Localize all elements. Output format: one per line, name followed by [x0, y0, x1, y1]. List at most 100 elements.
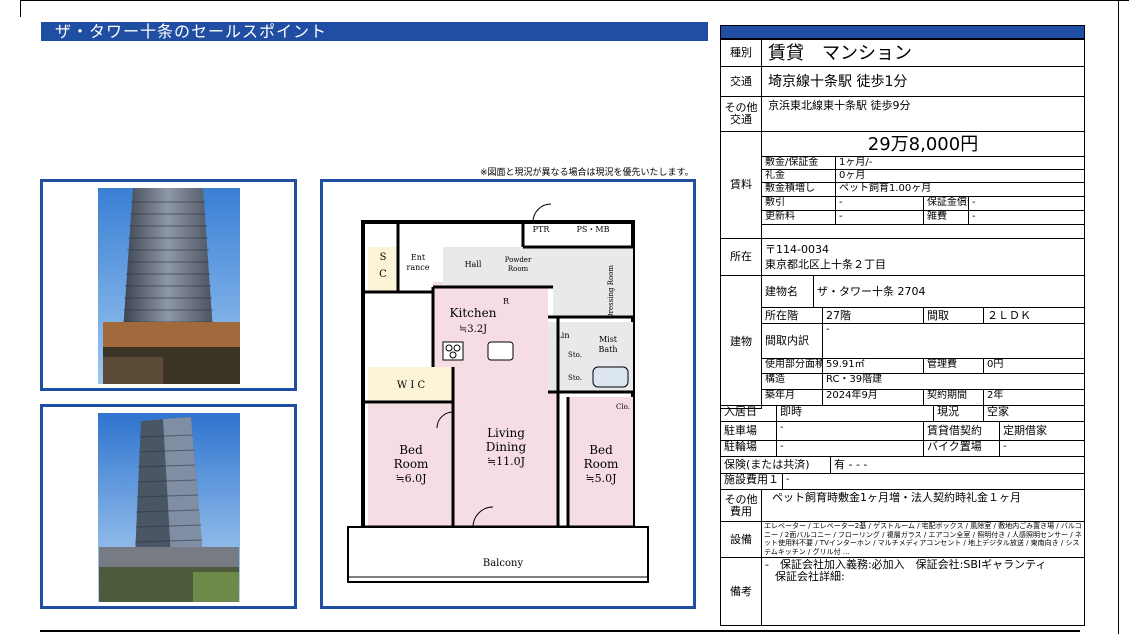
- section-title: ザ・タワー十条のセールスポイント: [41, 22, 708, 41]
- key-money-label: 礼金: [761, 169, 836, 183]
- facility-fee-label: 施設費用１: [720, 473, 783, 490]
- address-label: 所在: [720, 238, 762, 276]
- postal-code: 〒114-0034: [765, 243, 829, 256]
- plan-note: ※図面と現況が異なる場合は現況を優先いたします。: [480, 168, 694, 178]
- bike-label: バイク置場: [923, 440, 1000, 457]
- room-size-bed2: ≒5.0J: [585, 472, 616, 485]
- building-name-value: ザ・タワー十条 2704: [813, 275, 1085, 308]
- area-label: 使用部分面積: [761, 358, 823, 374]
- guarantee-amort-label: 保証金償却: [923, 196, 969, 211]
- building-name-label: 建物名: [761, 275, 814, 308]
- page-frame: [20, 0, 1129, 17]
- building-photo-1: [40, 179, 297, 391]
- room-label-dressing: Dressing Room: [607, 265, 615, 319]
- status-label: 現況: [933, 405, 984, 422]
- room-size-kitchen: ≒3.2J: [459, 324, 487, 335]
- contract-period-label: 契約期間: [923, 389, 984, 406]
- misc-value: -: [968, 210, 1085, 225]
- room-label-mist-bath: Mist: [599, 335, 618, 344]
- room-label-r: R: [503, 297, 510, 306]
- room-label-living: Living: [487, 426, 525, 440]
- equipment-value: エレベーター / エレベーター2基 / ゲストルーム / 宅配ボックス / 風除…: [761, 521, 1085, 558]
- type-label: 種別: [720, 39, 762, 67]
- room-label-sto1: Sto.: [568, 351, 582, 359]
- room-label-sto2: Sto.: [568, 374, 582, 382]
- insurance-label: 保険(または共済): [720, 456, 831, 474]
- svg-text:Room: Room: [394, 457, 429, 471]
- misc-label: 雑費: [923, 210, 969, 225]
- page-bottom-rule: [40, 630, 1080, 632]
- equipment-label: 設備: [720, 521, 762, 558]
- floor-label: 所在階: [761, 307, 823, 324]
- contract-period-value: 2年: [983, 389, 1085, 406]
- building-photo-2: [40, 404, 297, 609]
- room-label-sic: S: [380, 252, 387, 263]
- address-value: 〒114-0034 東京都北区上十条２丁目: [761, 238, 1085, 276]
- floor-plan: S C Ent rance Hall PTR PS・MB Powder Room…: [320, 179, 696, 609]
- hall-area: [443, 247, 563, 287]
- room-label-bed1: Bed: [399, 443, 423, 457]
- key-money-value: 0ヶ月: [835, 169, 1085, 183]
- svg-text:Room: Room: [584, 457, 619, 471]
- svg-text:Room: Room: [508, 265, 529, 273]
- transport-label: 交通: [720, 66, 762, 97]
- building-label: 建物: [720, 275, 762, 409]
- built-label: 築年月: [761, 389, 823, 406]
- bicycle-label: 駐輪場: [720, 440, 777, 457]
- room-label-psmb: PS・MB: [577, 225, 610, 234]
- other-cost-label: その他 費用: [720, 489, 762, 522]
- remarks-line-2: 保証会社詳細:: [775, 570, 845, 583]
- move-in-value: 即時: [776, 405, 934, 422]
- insurance-value: 有 - - -: [830, 456, 1085, 474]
- other-transport-label: その他 交通: [720, 96, 762, 132]
- facility-fee-value: -: [782, 473, 1085, 490]
- layout-value: ２ＬＤＫ: [983, 307, 1085, 324]
- layout-label: 間取: [923, 307, 984, 324]
- room-label-clo: Clo.: [616, 403, 630, 411]
- lease-type-label: 賃貸借契約: [923, 421, 1000, 441]
- other-transport-value: 京浜東北線東十条駅 徒歩9分: [761, 96, 1085, 132]
- status-value: 空家: [983, 405, 1085, 422]
- type-value: 賃貸 マンション: [761, 39, 1085, 67]
- remarks-label: 備考: [720, 557, 762, 626]
- built-value: 2024年9月: [822, 389, 924, 406]
- deposit-value: 1ヶ月/-: [835, 156, 1085, 170]
- mgmt-fee-value: 0円: [983, 358, 1085, 374]
- room-label-powder: Powder: [505, 256, 532, 264]
- room-label-ptr: PTR: [533, 225, 551, 234]
- room-label-bed2: Bed: [589, 443, 613, 457]
- deduction-value: -: [835, 196, 924, 211]
- rent-value: 29万8,000円: [761, 131, 1085, 157]
- transport-value: 埼京線十条駅 徒歩1分: [761, 66, 1085, 97]
- address-line: 東京都北区上十条２丁目: [765, 258, 886, 271]
- deposit-label: 敷金/保証金: [761, 156, 836, 170]
- layout-detail-value: -: [822, 323, 1085, 359]
- svg-text:Bath: Bath: [598, 345, 617, 354]
- room-size-living: ≒11.0J: [487, 455, 525, 468]
- guarantee-amort-value: -: [968, 196, 1085, 211]
- svg-text:Dining: Dining: [486, 440, 527, 454]
- renewal-value: -: [835, 210, 924, 225]
- lease-type-value: 定期借家: [999, 421, 1085, 441]
- room-size-bed1: ≒6.0J: [395, 472, 426, 485]
- area-value: 59.91㎡: [822, 358, 924, 374]
- mgmt-fee-label: 管理費: [923, 358, 984, 374]
- deposit-add-label: 敷金積増し: [761, 182, 836, 197]
- deduction-label: 敷引: [761, 196, 836, 211]
- parking-value: -: [776, 421, 924, 441]
- room-label-entrance: Ent: [411, 253, 426, 262]
- other-cost-value: ペット飼育時敷金1ヶ月増・法人契約時礼金１ヶ月: [761, 489, 1085, 522]
- structure-label: 構造: [761, 373, 823, 390]
- rent-label: 賃料: [720, 131, 762, 239]
- room-label-hall: Hall: [465, 260, 482, 269]
- remarks-value: - 保証会社加入義務:必加入 保証会社:SBIギャランティ 保証会社詳細:: [761, 557, 1085, 626]
- room-label-balcony: Balcony: [483, 558, 524, 569]
- room-label-lin: Lin: [556, 331, 569, 340]
- bike-value: -: [999, 440, 1085, 457]
- floor-value: 27階: [822, 307, 924, 324]
- deposit-add-value: ペット飼育1.00ヶ月: [835, 182, 1085, 197]
- parking-label: 駐車場: [720, 421, 777, 441]
- structure-value: RC・39階建: [822, 373, 1085, 390]
- room-label-kitchen: Kitchen: [450, 306, 497, 320]
- page-frame-right: [1118, 0, 1119, 634]
